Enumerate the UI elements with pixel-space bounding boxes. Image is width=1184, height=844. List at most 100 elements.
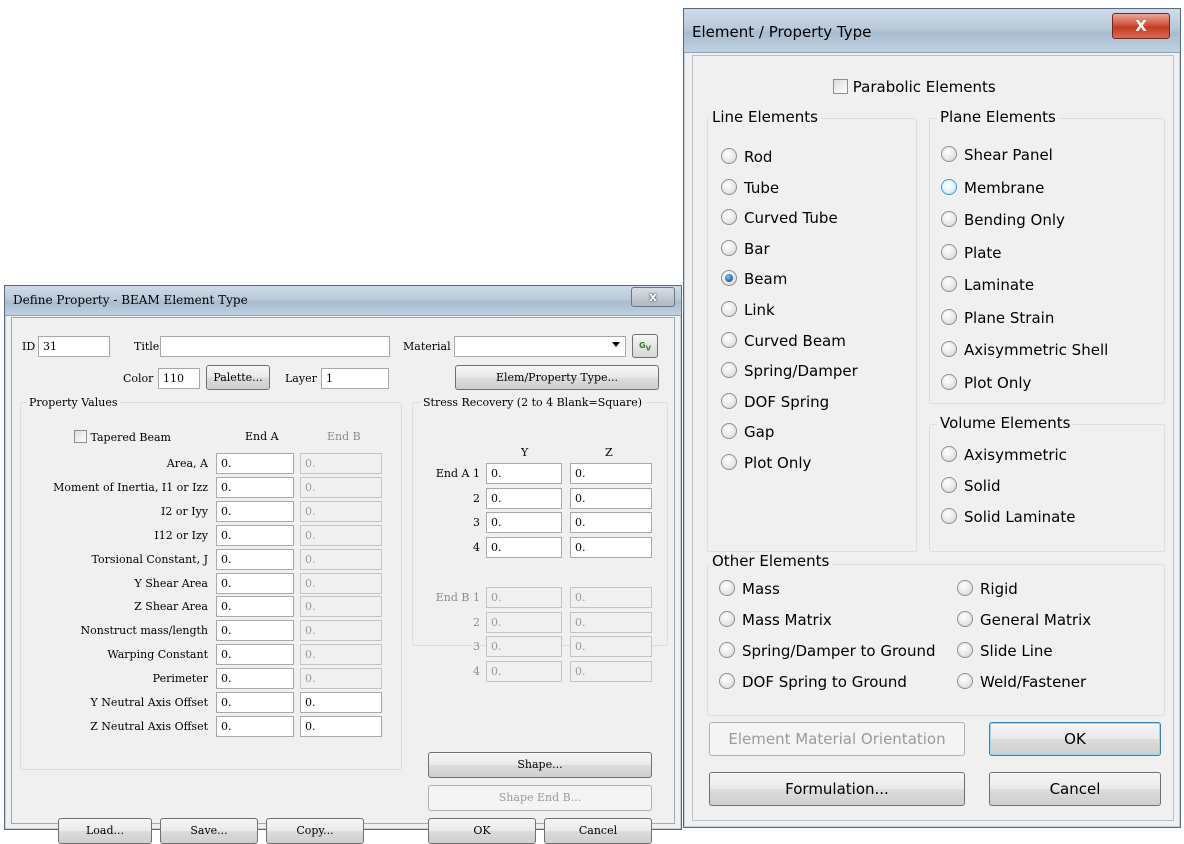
id-field[interactable]: 31 <box>38 336 110 357</box>
end-a-field[interactable]: 0. <box>216 524 294 546</box>
stress-y-field[interactable]: 0. <box>486 587 562 608</box>
stress-y-field[interactable]: 0. <box>486 512 562 533</box>
stress-z-field[interactable]: 0. <box>570 536 652 558</box>
radio-label: Spring/Damper <box>744 362 858 381</box>
shape-end-b-button[interactable]: Shape End B... <box>428 785 652 811</box>
radio-option[interactable]: Solid <box>941 477 1001 495</box>
color-field[interactable]: 110 <box>158 368 200 389</box>
radio-option[interactable]: Laminate <box>941 276 1034 294</box>
title-field[interactable] <box>160 336 390 357</box>
end-b-field[interactable]: 0. <box>300 548 382 570</box>
radio-option[interactable]: Slide Line <box>957 642 1053 660</box>
parabolic-elements-checkbox[interactable]: Parabolic Elements <box>833 78 996 96</box>
radio-option[interactable]: General Matrix <box>957 611 1091 629</box>
formulation-button[interactable]: Formulation... <box>709 772 965 806</box>
radio-option[interactable]: DOF Spring <box>721 392 829 411</box>
end-b-field[interactable]: 0. <box>300 476 382 498</box>
radio-option[interactable]: Spring/Damper to Ground <box>719 642 936 660</box>
radio-option[interactable]: Axisymmetric Shell <box>941 341 1108 359</box>
end-a-field[interactable]: 0. <box>216 572 294 594</box>
stress-z-field[interactable]: 0. <box>570 512 652 533</box>
radio-option[interactable]: Gap <box>721 423 774 441</box>
cancel-button[interactable]: Cancel <box>544 818 652 844</box>
stress-z-field[interactable]: 0. <box>570 660 652 682</box>
color-label: Color <box>123 372 154 385</box>
element-property-type-titlebar[interactable]: Element / Property Type X <box>684 9 1180 53</box>
end-a-field[interactable]: 0. <box>216 620 294 642</box>
end-a-field[interactable]: 0. <box>216 668 294 690</box>
stress-y-field[interactable]: 0. <box>486 636 562 657</box>
end-a-field[interactable]: 0. <box>216 644 294 666</box>
radio-option[interactable]: Bending Only <box>941 211 1065 229</box>
stress-z-field[interactable]: 0. <box>570 611 652 633</box>
stress-y-field[interactable]: 0. <box>486 487 562 509</box>
cancel-button[interactable]: Cancel <box>989 772 1161 806</box>
end-b-field[interactable]: 0. <box>300 644 382 666</box>
end-b-field[interactable]: 0. <box>300 500 382 522</box>
end-b-field[interactable]: 0. <box>300 524 382 546</box>
radio-option[interactable]: Shear Panel <box>941 146 1053 164</box>
radio-option[interactable]: Mass <box>719 580 780 598</box>
end-b-field[interactable]: 0. <box>300 453 382 474</box>
end-b-field[interactable]: 0. <box>300 596 382 618</box>
end-a-field[interactable]: 0. <box>216 453 294 474</box>
radio-option[interactable]: Bar <box>721 239 770 258</box>
radio-option[interactable]: Plot Only <box>941 373 1031 392</box>
stress-z-field[interactable]: 0. <box>570 487 652 509</box>
stress-z-field[interactable]: 0. <box>570 636 652 657</box>
tapered-beam-checkbox[interactable]: Tapered Beam <box>74 430 171 444</box>
material-browse-icon[interactable]: GV <box>632 334 658 358</box>
radio-option[interactable]: Mass Matrix <box>719 611 832 629</box>
radio-option[interactable]: Plane Strain <box>941 308 1054 327</box>
stress-y-field[interactable]: 0. <box>486 536 562 558</box>
ok-button[interactable]: OK <box>428 818 536 844</box>
stress-y-field[interactable]: 0. <box>486 611 562 633</box>
end-b-field[interactable]: 0. <box>300 620 382 642</box>
define-property-close-button[interactable]: x <box>631 287 675 307</box>
radio-option[interactable]: Rod <box>721 148 772 166</box>
end-b-field[interactable]: 0. <box>300 715 382 737</box>
ok-button[interactable]: OK <box>989 722 1161 756</box>
radio-option[interactable]: Axisymmetric <box>941 446 1067 464</box>
radio-option[interactable]: Curved Beam <box>721 331 846 350</box>
close-icon[interactable]: X <box>1112 13 1170 39</box>
end-b-field[interactable]: 0. <box>300 692 382 713</box>
stress-y-field[interactable]: 0. <box>486 463 562 484</box>
radio-option[interactable]: Spring/Damper <box>721 362 858 380</box>
save-button[interactable]: Save... <box>160 818 258 844</box>
end-a-field[interactable]: 0. <box>216 596 294 618</box>
material-label: Material <box>403 340 451 353</box>
material-combo[interactable] <box>454 336 626 357</box>
element-material-orientation-button[interactable]: Element Material Orientation <box>709 722 965 756</box>
radio-option[interactable]: Link <box>721 301 775 319</box>
radio-option[interactable]: Plate <box>941 243 1002 262</box>
palette-button[interactable]: Palette... <box>206 365 270 390</box>
end-a-field[interactable]: 0. <box>216 500 294 522</box>
end-a-field[interactable]: 0. <box>216 476 294 498</box>
radio-option[interactable]: DOF Spring to Ground <box>719 673 907 691</box>
shape-button[interactable]: Shape... <box>428 752 652 778</box>
radio-option[interactable]: Beam <box>721 270 787 288</box>
stress-z-field[interactable]: 0. <box>570 587 652 608</box>
define-property-titlebar[interactable]: Define Property - BEAM Element Type x <box>5 286 681 316</box>
load-button[interactable]: Load... <box>58 818 152 844</box>
copy-button[interactable]: Copy... <box>266 818 364 844</box>
radio-option[interactable]: Membrane <box>941 178 1044 197</box>
radio-option[interactable]: Solid Laminate <box>941 508 1075 526</box>
elem-property-type-button[interactable]: Elem/Property Type... <box>455 365 659 390</box>
stress-y-field[interactable]: 0. <box>486 660 562 682</box>
radio-option[interactable]: Tube <box>721 178 779 197</box>
radio-icon <box>719 580 735 596</box>
layer-field[interactable]: 1 <box>321 368 389 389</box>
radio-option[interactable]: Rigid <box>957 580 1018 598</box>
end-b-field[interactable]: 0. <box>300 668 382 690</box>
radio-option[interactable]: Weld/Fastener <box>957 673 1086 691</box>
end-b-field[interactable]: 0. <box>300 572 382 594</box>
end-a-field[interactable]: 0. <box>216 548 294 570</box>
stress-z-field[interactable]: 0. <box>570 463 652 484</box>
radio-icon <box>941 146 957 162</box>
radio-option[interactable]: Plot Only <box>721 454 811 472</box>
end-a-field[interactable]: 0. <box>216 715 294 737</box>
end-a-field[interactable]: 0. <box>216 692 294 713</box>
radio-option[interactable]: Curved Tube <box>721 209 838 227</box>
